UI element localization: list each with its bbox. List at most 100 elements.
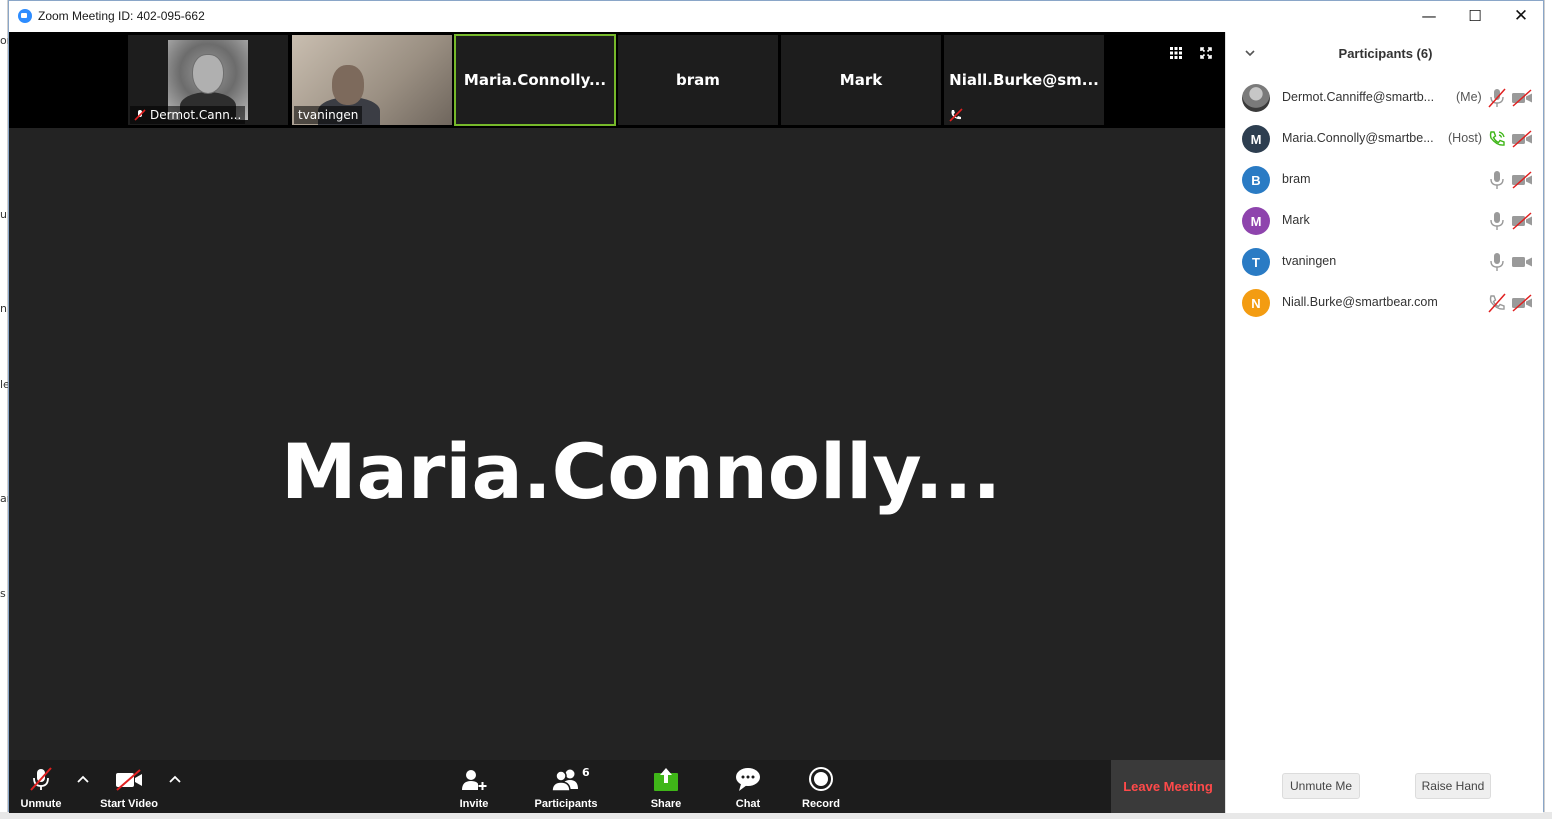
close-button[interactable]: ✕ <box>1498 1 1544 31</box>
participant-row[interactable]: N Niall.Burke@smartbear.com <box>1226 282 1544 323</box>
minimize-button[interactable]: — <box>1406 1 1452 31</box>
record-button[interactable]: Record <box>796 760 846 813</box>
chat-bubble-icon <box>736 768 760 791</box>
fullscreen-icon[interactable] <box>1200 47 1212 59</box>
mic-muted-icon <box>1488 88 1506 108</box>
thumbnail-name: tvaningen <box>298 108 359 122</box>
close-icon: ✕ <box>1513 6 1529 26</box>
participants-label: Participants <box>534 798 598 810</box>
unmute-me-button[interactable]: Unmute Me <box>1282 773 1360 799</box>
chat-button[interactable]: Chat <box>723 760 773 813</box>
thumbnail-name-only[interactable]: bram <box>618 35 778 125</box>
participants-panel-title: Participants (6) <box>1338 46 1433 61</box>
thumbnail-label: tvaningen <box>294 106 363 124</box>
participant-row[interactable]: Dermot.Canniffe@smartb... (Me) <box>1226 77 1544 118</box>
video-off-icon <box>116 769 142 791</box>
phone-muted-icon <box>1488 293 1506 313</box>
video-icon <box>1512 257 1532 267</box>
phone-audio-icon <box>1489 131 1505 146</box>
share-label: Share <box>650 798 682 810</box>
video-off-icon <box>1512 212 1532 230</box>
avatar: N <box>1242 289 1270 317</box>
share-button[interactable]: Share <box>641 760 691 813</box>
participant-role: (Me) <box>1456 90 1482 104</box>
video-off-icon <box>1512 130 1532 148</box>
audio-options-chevron-up-icon[interactable] <box>75 772 91 788</box>
thumbnail-strip: Dermot.Cann... tvaningen Maria.Connolly.… <box>9 32 1225 128</box>
title-bar[interactable]: Zoom Meeting ID: 402-095-662 — ☐ ✕ <box>9 1 1543 32</box>
phone-muted-icon <box>949 108 963 122</box>
participant-name: bram <box>1282 172 1311 186</box>
mic-icon <box>1490 253 1504 271</box>
thumbnail-name: Maria.Connolly... <box>463 71 607 89</box>
leave-meeting-button[interactable]: Leave Meeting <box>1111 760 1225 813</box>
record-label: Record <box>802 798 840 810</box>
avatar: B <box>1242 166 1270 194</box>
participant-name: tvaningen <box>1282 254 1337 268</box>
video-off-icon <box>1512 171 1532 189</box>
unmute-label: Unmute <box>20 798 62 810</box>
desktop-text-fragment: n <box>0 302 7 315</box>
thumbnail-video[interactable]: tvaningen <box>292 35 452 125</box>
participants-button[interactable]: Participants <box>529 760 603 813</box>
participant-name: Maria.Connolly@smartbe... <box>1282 131 1434 145</box>
gallery-view-icon[interactable] <box>1170 47 1182 59</box>
participants-count-badge: 6 <box>582 766 590 779</box>
zoom-logo-icon <box>18 9 32 23</box>
video-off-icon <box>1512 294 1532 312</box>
mic-muted-icon <box>134 109 146 121</box>
invite-button[interactable]: Invite <box>449 760 499 813</box>
participant-row[interactable]: M Maria.Connolly@smartbe... (Host) <box>1226 118 1544 159</box>
window-title: Zoom Meeting ID: 402-095-662 <box>38 9 205 23</box>
participant-row[interactable]: Ttvaningen <box>1226 241 1544 282</box>
participants-panel-header: Participants (6) <box>1226 32 1544 76</box>
participant-role: (Host) <box>1448 131 1483 145</box>
participant-name: Niall.Burke@smartbear.com <box>1282 295 1438 309</box>
thumbnail-active-speaker[interactable]: Maria.Connolly... <box>454 34 616 126</box>
raise-hand-button[interactable]: Raise Hand <box>1415 773 1491 799</box>
avatar: M <box>1242 207 1270 235</box>
desktop-text-fragment: s <box>0 587 6 600</box>
desktop-text-fragment: u <box>0 208 7 221</box>
thumbnail-name-only[interactable]: Mark <box>781 35 941 125</box>
video-options-chevron-up-icon[interactable] <box>167 772 183 788</box>
share-screen-icon <box>654 768 678 791</box>
video-off-icon <box>1512 89 1532 107</box>
avatar: M <box>1242 125 1270 153</box>
mic-muted-icon <box>30 767 52 791</box>
desktop-background-left: or u n le ar s <box>0 0 11 819</box>
maximize-icon: ☐ <box>1468 7 1482 25</box>
invite-user-icon <box>462 770 487 790</box>
mic-icon <box>1490 171 1504 189</box>
thumbnail-name: Mark <box>839 71 883 89</box>
participant-name: Mark <box>1282 213 1310 227</box>
participant-row[interactable]: Bbram <box>1226 159 1544 200</box>
desktop-background-right <box>1544 0 1552 819</box>
thumbnail-video[interactable]: Dermot.Cann... <box>128 35 288 125</box>
thumbnail-name: Niall.Burke@sm... <box>949 71 1099 89</box>
thumbnail-name: bram <box>676 71 720 89</box>
participant-row[interactable]: M Mark <box>1226 200 1544 241</box>
minimize-icon: — <box>1421 7 1437 25</box>
chat-label: Chat <box>735 798 761 810</box>
participants-panel: Participants (6) Dermot.Canniffe@smartb.… <box>1225 32 1543 813</box>
start-video-label: Start Video <box>100 798 158 810</box>
zoom-meeting-window: Zoom Meeting ID: 402-095-662 — ☐ ✕ Dermo… <box>8 0 1544 813</box>
meeting-toolbar: Unmute Start Video Invite Participants 6… <box>9 760 1225 813</box>
thumbnail-label: Dermot.Cann... <box>130 106 246 124</box>
start-video-button[interactable]: Start Video <box>95 760 163 813</box>
avatar: T <box>1242 248 1270 276</box>
mic-icon <box>1490 212 1504 230</box>
participant-name: Dermot.Canniffe@smartb... <box>1282 90 1435 104</box>
record-icon <box>809 767 833 791</box>
video-area: Dermot.Cann... tvaningen Maria.Connolly.… <box>9 32 1225 813</box>
desktop-background-bottom <box>0 812 1552 819</box>
avatar <box>1242 84 1270 112</box>
active-speaker-name: Maria.Connolly... <box>281 427 1002 516</box>
unmute-button[interactable]: Unmute <box>19 760 63 813</box>
invite-label: Invite <box>459 798 489 810</box>
participants-icon <box>551 769 578 792</box>
thumbnail-name: Dermot.Cann... <box>150 108 242 122</box>
maximize-button[interactable]: ☐ <box>1452 1 1498 31</box>
thumbnail-name-only[interactable]: Niall.Burke@sm... <box>944 35 1104 125</box>
